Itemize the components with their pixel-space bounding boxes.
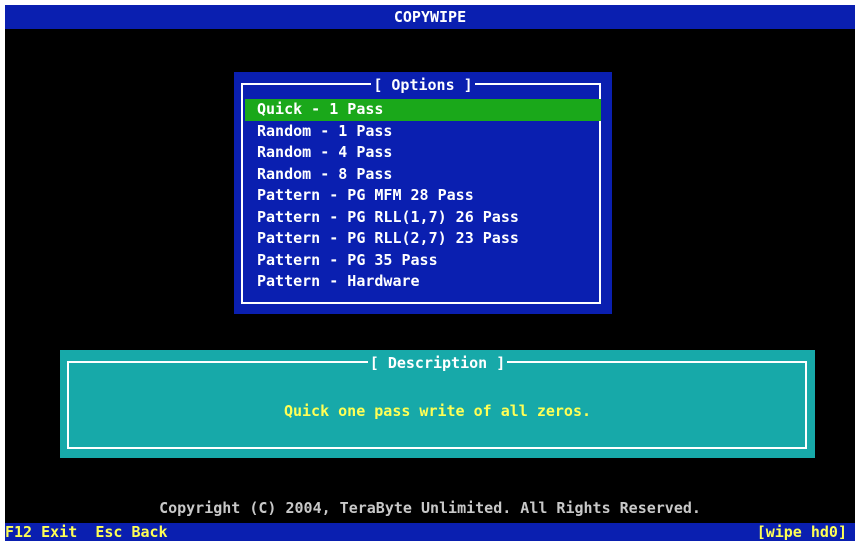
app-title-bar: COPYWIPE bbox=[5, 5, 855, 29]
back-key-hint[interactable]: Esc Back bbox=[95, 523, 167, 541]
options-title: [ Options ] bbox=[234, 76, 612, 94]
option-pattern-mfm-28-pass[interactable]: Pattern - PG MFM 28 Pass bbox=[245, 185, 601, 207]
options-title-text: [ Options ] bbox=[371, 76, 475, 94]
exit-key-label: Exit bbox=[41, 523, 78, 541]
options-window: [ Options ] Quick - 1 Pass Random - 1 Pa… bbox=[234, 72, 612, 314]
description-text: Quick one pass write of all zeros. bbox=[283, 402, 592, 420]
option-random-8-pass[interactable]: Random - 8 Pass bbox=[245, 164, 601, 186]
app-title: COPYWIPE bbox=[393, 8, 467, 26]
description-title-text: [ Description ] bbox=[367, 354, 508, 372]
key-hints: F12 Exit Esc Back bbox=[5, 523, 168, 541]
exit-key: F12 bbox=[5, 523, 33, 541]
option-quick-1-pass[interactable]: Quick - 1 Pass bbox=[245, 99, 601, 121]
console-screen: COPYWIPE [ Options ] Quick - 1 Pass Rand… bbox=[5, 5, 855, 541]
option-pattern-hardware[interactable]: Pattern - Hardware bbox=[245, 271, 601, 293]
copyright-notice: Copyright (C) 2004, TeraByte Unlimited. … bbox=[159, 499, 701, 517]
option-pattern-rll27-23-pass[interactable]: Pattern - PG RLL(2,7) 23 Pass bbox=[245, 228, 601, 250]
exit-key-hint[interactable]: F12 Exit bbox=[5, 523, 77, 541]
option-random-4-pass[interactable]: Random - 4 Pass bbox=[245, 142, 601, 164]
description-title: [ Description ] bbox=[60, 354, 815, 372]
status-command: [wipe hd0] bbox=[756, 523, 847, 541]
option-pattern-pg-35-pass[interactable]: Pattern - PG 35 Pass bbox=[245, 250, 601, 272]
back-key-label: Back bbox=[131, 523, 168, 541]
options-list: Quick - 1 Pass Random - 1 Pass Random - … bbox=[245, 99, 601, 293]
status-bar: F12 Exit Esc Back [wipe hd0] bbox=[5, 523, 855, 541]
option-random-1-pass[interactable]: Random - 1 Pass bbox=[245, 121, 601, 143]
back-key: Esc bbox=[95, 523, 123, 541]
option-pattern-rll17-26-pass[interactable]: Pattern - PG RLL(1,7) 26 Pass bbox=[245, 207, 601, 229]
description-window: [ Description ] Quick one pass write of … bbox=[60, 350, 815, 458]
